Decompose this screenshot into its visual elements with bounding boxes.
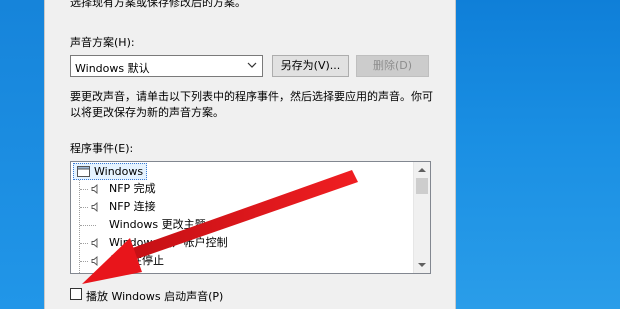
delete-button[interactable]: 删除(D) [356, 55, 429, 77]
desktop-background-left [0, 0, 44, 309]
startup-sound-checkbox[interactable] [70, 288, 82, 300]
sound-scheme-value: Windows 默认 [75, 62, 150, 75]
description-line-2: 以将更改保存为新的声音方案。 [70, 106, 224, 119]
program-events-label: 程序事件(E): [70, 142, 134, 155]
speaker-icon [91, 238, 98, 248]
tree-item[interactable]: Windows 更改主题 [109, 216, 206, 234]
tree-branch [80, 243, 88, 244]
sound-dialog: 选择现有方案或保存修改后的方案。 声音方案(H): Windows 默认 另存为… [44, 0, 456, 309]
tree-item[interactable]: Windows 用户帐户控制 [109, 234, 228, 252]
tree-branch [80, 225, 96, 226]
tree-scrollbar[interactable] [413, 162, 430, 273]
tree-item-windows[interactable]: Windows [73, 163, 148, 180]
window-icon [77, 166, 90, 177]
speaker-icon [91, 256, 98, 266]
startup-sound-label[interactable]: 播放 Windows 启动声音(P) [86, 288, 223, 304]
tree-item[interactable]: 关键性停止 [109, 252, 164, 270]
sound-scheme-select[interactable]: Windows 默认 [70, 55, 263, 77]
scheme-hint-text: 选择现有方案或保存修改后的方案。 [70, 0, 246, 9]
speaker-icon [91, 202, 98, 212]
tree-branch [80, 207, 88, 208]
tree-guide-line [79, 180, 80, 273]
chevron-down-icon [247, 62, 257, 68]
speaker-icon [91, 184, 98, 194]
scroll-up-icon[interactable] [417, 165, 427, 175]
scrollbar-thumb[interactable] [416, 178, 428, 194]
tree-branch [80, 261, 88, 262]
program-events-tree[interactable]: Windows NFP 完成 NFP 连接 Windows 更改主题 Windo… [70, 161, 431, 274]
scheme-label: 声音方案(H): [70, 36, 135, 49]
scroll-down-icon[interactable] [417, 260, 427, 270]
desktop-background-right [456, 0, 620, 309]
tree-item[interactable]: NFP 完成 [109, 180, 156, 198]
description-line-1: 要更改声音，请单击以下列表中的程序事件，然后选择要应用的声音。你可 [70, 90, 433, 103]
tree-root-label: Windows [94, 165, 144, 178]
tree-item[interactable]: NFP 连接 [109, 198, 156, 216]
save-as-button[interactable]: 另存为(V)... [272, 55, 349, 77]
tree-branch [80, 189, 88, 190]
